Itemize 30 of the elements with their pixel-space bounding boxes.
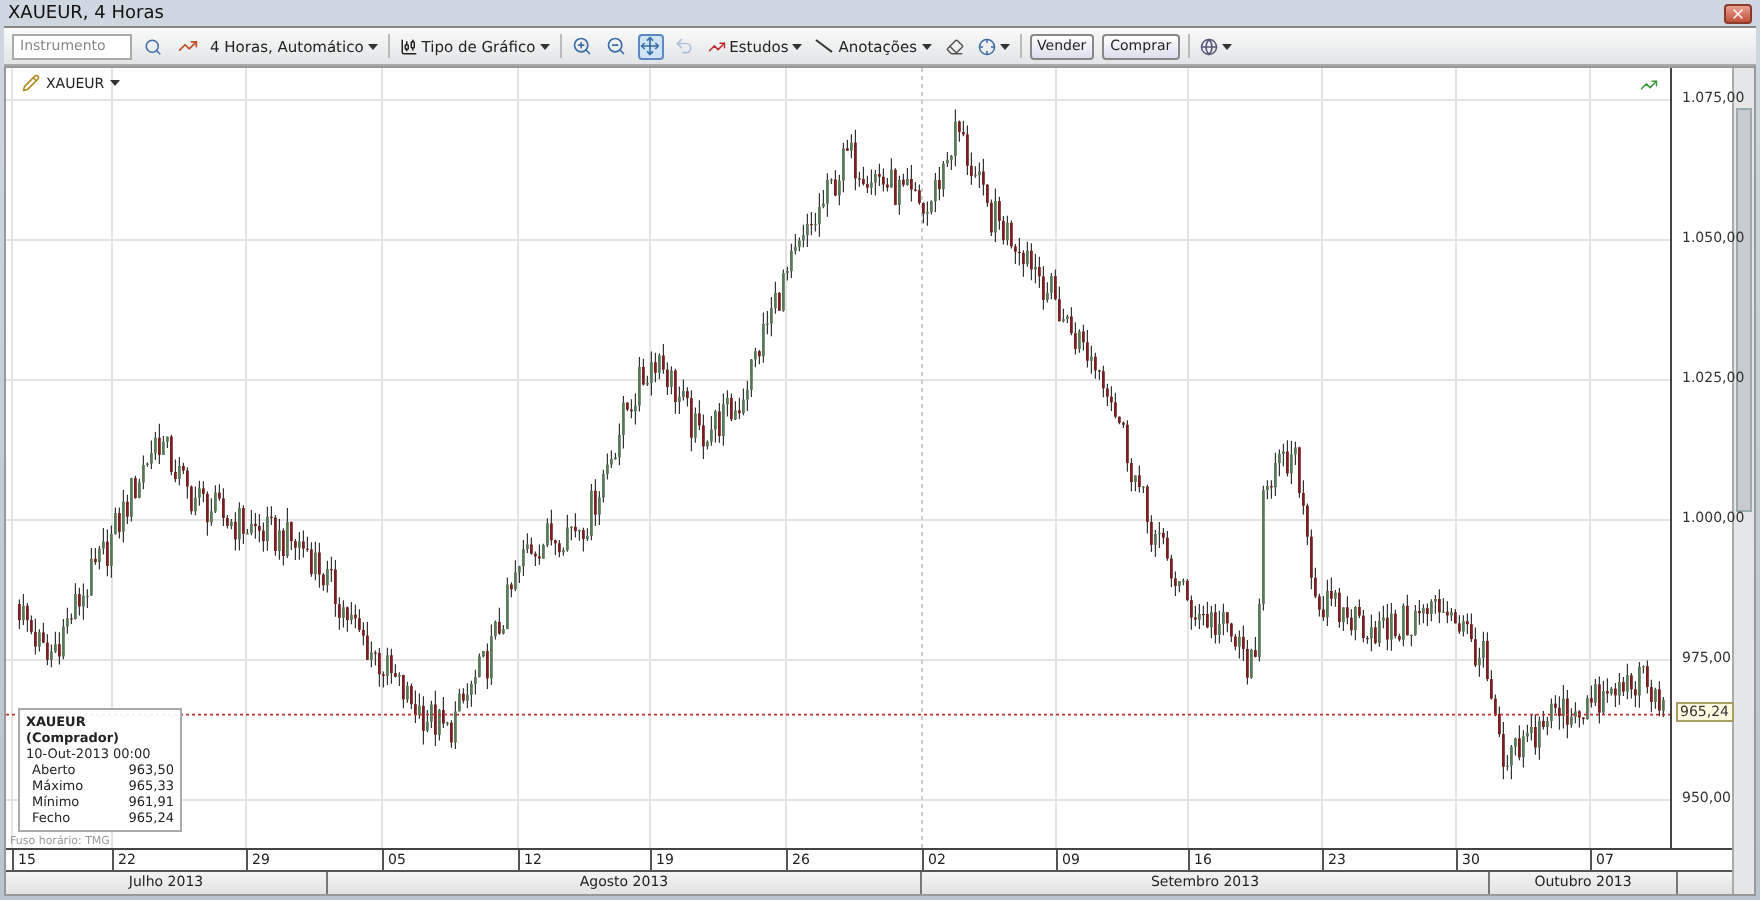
crosshair-icon — [977, 37, 996, 55]
window-title: XAUEUR, 4 Horas — [8, 3, 164, 23]
tool-button[interactable] — [569, 33, 596, 59]
globe-icon — [1199, 37, 1218, 55]
zoom-in-icon — [572, 36, 593, 56]
undo-icon — [674, 36, 695, 56]
candlestick-icon — [399, 37, 418, 55]
caret-icon — [921, 43, 932, 49]
pencil-icon — [22, 74, 40, 92]
caret-icon — [539, 43, 550, 49]
eraser-button[interactable] — [941, 33, 968, 59]
trend-icon — [1640, 76, 1658, 94]
search-icon — [144, 37, 162, 55]
line-icon — [814, 38, 835, 54]
close-icon — [1730, 5, 1746, 21]
caret-icon — [792, 43, 803, 49]
caret-icon — [367, 43, 378, 49]
caret-icon — [110, 80, 121, 86]
globe-dropdown[interactable] — [1197, 37, 1234, 55]
eraser-icon — [945, 37, 964, 55]
tool-button[interactable] — [637, 33, 664, 59]
close-button[interactable] — [1724, 3, 1752, 23]
trend-line-icon — [177, 36, 197, 56]
tool-button[interactable] — [603, 33, 630, 59]
caret-icon — [999, 43, 1010, 49]
move-icon — [640, 36, 661, 56]
trend-line-icon — [707, 37, 726, 55]
zoom-out-icon — [606, 36, 627, 56]
crosshair-dropdown[interactable] — [975, 37, 1012, 55]
caret-icon — [1221, 43, 1232, 49]
